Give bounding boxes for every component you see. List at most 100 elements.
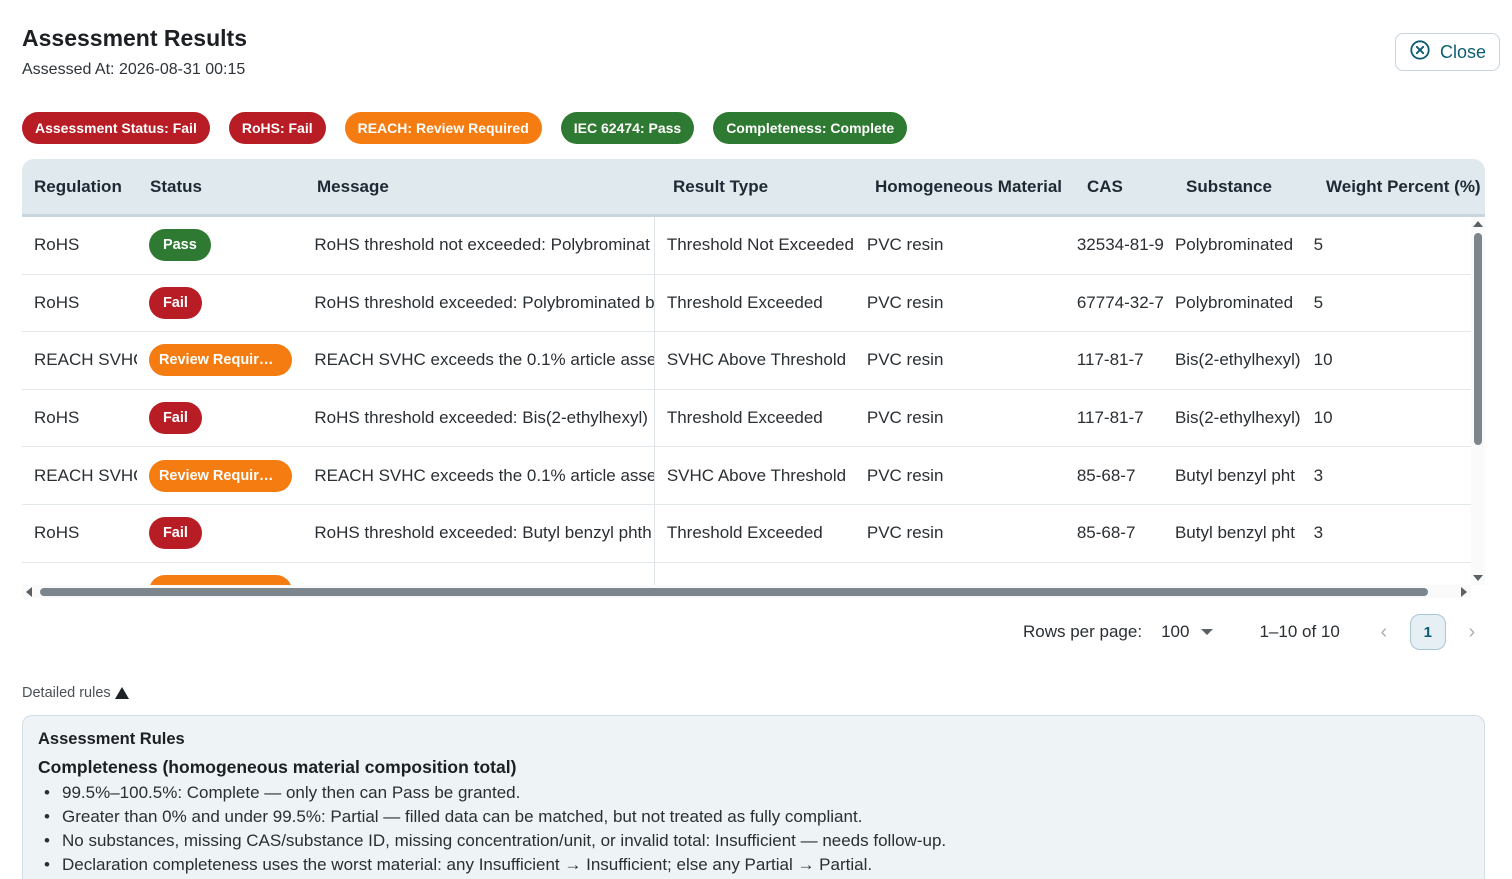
cell-result-type: Threshold Exceeded [666,408,823,428]
cell-status: Review Requir… [137,447,302,504]
cell-material: PVC resin [866,523,944,543]
table-row[interactable] [22,562,1471,585]
cell-material [855,563,1065,585]
column-header-result-type[interactable]: Result Type [661,159,863,214]
rules-panel: Assessment Rules Completeness (homogeneo… [22,715,1485,879]
cell-substance: Polybrominated [1174,235,1294,255]
rule-item: Greater than 0% and under 99.5%: Partial… [38,805,1469,829]
cell-message: RoHS threshold not exceeded: Polybromina… [302,217,655,274]
cell-message: REACH SVHC exceeds the 0.1% article asse… [302,332,655,389]
cell-cas: 85-68-7 [1076,523,1136,543]
cell-weight: 3 [1313,523,1324,543]
status-badge: Review Requir… [148,344,292,377]
cell-substance: Bis(2-ethylhexyl) [1174,408,1301,428]
cell-weight: 5 [1313,235,1324,255]
cell-material: PVC resin [866,350,944,370]
cell-weight: 3 [1313,465,1324,485]
rows-per-page-select[interactable]: 100 [1161,622,1214,642]
table-row[interactable]: RoHS Pass RoHS threshold not exceeded: P… [22,217,1471,275]
cell-cas: 117-81-7 [1076,350,1144,370]
status-badge: Pass [148,229,211,262]
cell-material: PVC resin [866,408,944,428]
cell-status: Pass [137,217,302,274]
rows-per-page-value: 100 [1161,622,1190,641]
cell-status [137,563,302,585]
rows-per-page-label: Rows per page: [1023,622,1143,641]
rules-subheading: Completeness (homogeneous material compo… [38,757,517,777]
status-badge: Review Requir… [148,459,292,492]
cell-material: PVC resin [866,465,944,485]
iec-status-chip: IEC 62474: Pass [560,112,695,144]
column-header-weight-percent[interactable]: Weight Percent (%) [1314,159,1485,214]
table-row[interactable]: RoHS Fail RoHS threshold exceeded: Polyb… [22,274,1471,333]
cell-result-type: Threshold Exceeded [666,523,823,543]
scroll-right-arrow-icon[interactable] [1461,587,1467,597]
rules-heading: Assessment Rules [38,730,185,748]
cell-weight: 5 [1313,292,1324,312]
rohs-status-chip: RoHS: Fail [228,112,326,144]
cell-status: Review Requir… [137,332,302,389]
vertical-scroll-thumb[interactable] [1474,233,1482,445]
cell-weight: 10 [1313,408,1333,428]
detailed-rules-toggle[interactable]: Detailed rules [22,685,129,701]
cell-message: RoHS threshold exceeded: Polybrominated … [302,274,655,332]
close-circle-icon [1409,39,1431,66]
column-header-cas[interactable]: CAS [1075,159,1174,214]
detailed-rules-label: Detailed rules [22,685,111,701]
cell-regulation: REACH SVHC [34,350,137,370]
column-header-message[interactable]: Message [305,159,661,214]
summary-chips: Assessment Status: Fail RoHS: Fail REACH… [22,112,908,144]
status-badge [148,574,292,585]
cell-regulation: RoHS [34,523,80,543]
cell-substance: Polybrominated [1174,292,1294,312]
vertical-scrollbar[interactable] [1471,217,1485,585]
table-row[interactable]: RoHS Fail RoHS threshold exceeded: Bis(2… [22,389,1471,448]
cell-material: PVC resin [866,292,944,312]
close-button[interactable]: Close [1395,33,1500,71]
horizontal-scrollbar[interactable] [22,585,1471,598]
cell-cas: 32534-81-9 [1076,235,1163,255]
cell-cas: 117-81-7 [1076,408,1144,428]
cell-regulation: RoHS [34,408,80,428]
column-header-substance[interactable]: Substance [1174,159,1314,214]
pagination: Rows per page: 100 1–10 of 10 ‹ 1 › [1023,613,1480,651]
table-header: Regulation Status Message Result Type Ho… [22,159,1485,217]
cell-cas: 85-68-7 [1076,465,1136,485]
cell-substance [1163,563,1302,585]
status-badge: Fail [148,402,202,435]
column-header-material[interactable]: Homogeneous Material [863,159,1075,214]
table-row[interactable]: REACH SVHC Review Requir… REACH SVHC exc… [22,332,1471,390]
table-body: RoHS Pass RoHS threshold not exceeded: P… [22,217,1471,585]
next-page-icon[interactable]: › [1464,621,1480,644]
results-table: Regulation Status Message Result Type Ho… [22,159,1485,600]
scroll-up-arrow-icon[interactable] [1473,221,1483,227]
previous-page-icon[interactable]: ‹ [1376,621,1392,644]
rule-item: 99.5%–100.5%: Complete — only then can P… [38,781,1469,805]
cell-status: Fail [137,275,302,332]
page-range: 1–10 of 10 [1259,622,1340,641]
assessment-status-chip: Assessment Status: Fail [22,112,210,144]
triangle-up-icon [114,687,129,699]
scroll-down-arrow-icon[interactable] [1473,575,1483,581]
cell-substance: Butyl benzyl pht [1174,465,1295,485]
horizontal-scroll-thumb[interactable] [40,588,1428,596]
cell-status: Fail [137,505,302,562]
column-header-status[interactable]: Status [138,159,305,214]
cell-weight [1302,563,1471,585]
table-row[interactable]: REACH SVHC Review Requir… REACH SVHC exc… [22,447,1471,505]
page-title: Assessment Results [22,25,247,51]
cell-cas: 67774-32-7 [1076,292,1163,312]
cell-regulation: RoHS [34,235,80,255]
cell-result-type: SVHC Above Threshold [666,350,847,370]
cell-weight: 10 [1313,350,1333,370]
cell-regulation: REACH SVHC [34,465,137,485]
cell-material: PVC resin [866,235,944,255]
column-header-regulation[interactable]: Regulation [22,159,138,214]
cell-message: RoHS threshold exceeded: Butyl benzyl ph… [302,504,655,562]
cell-result-type [655,563,855,585]
reach-status-chip: REACH: Review Required [344,112,542,144]
table-row[interactable]: RoHS Fail RoHS threshold exceeded: Butyl… [22,504,1471,563]
scroll-left-arrow-icon[interactable] [26,587,32,597]
cell-message [302,562,655,585]
page-button-current[interactable]: 1 [1409,614,1446,650]
